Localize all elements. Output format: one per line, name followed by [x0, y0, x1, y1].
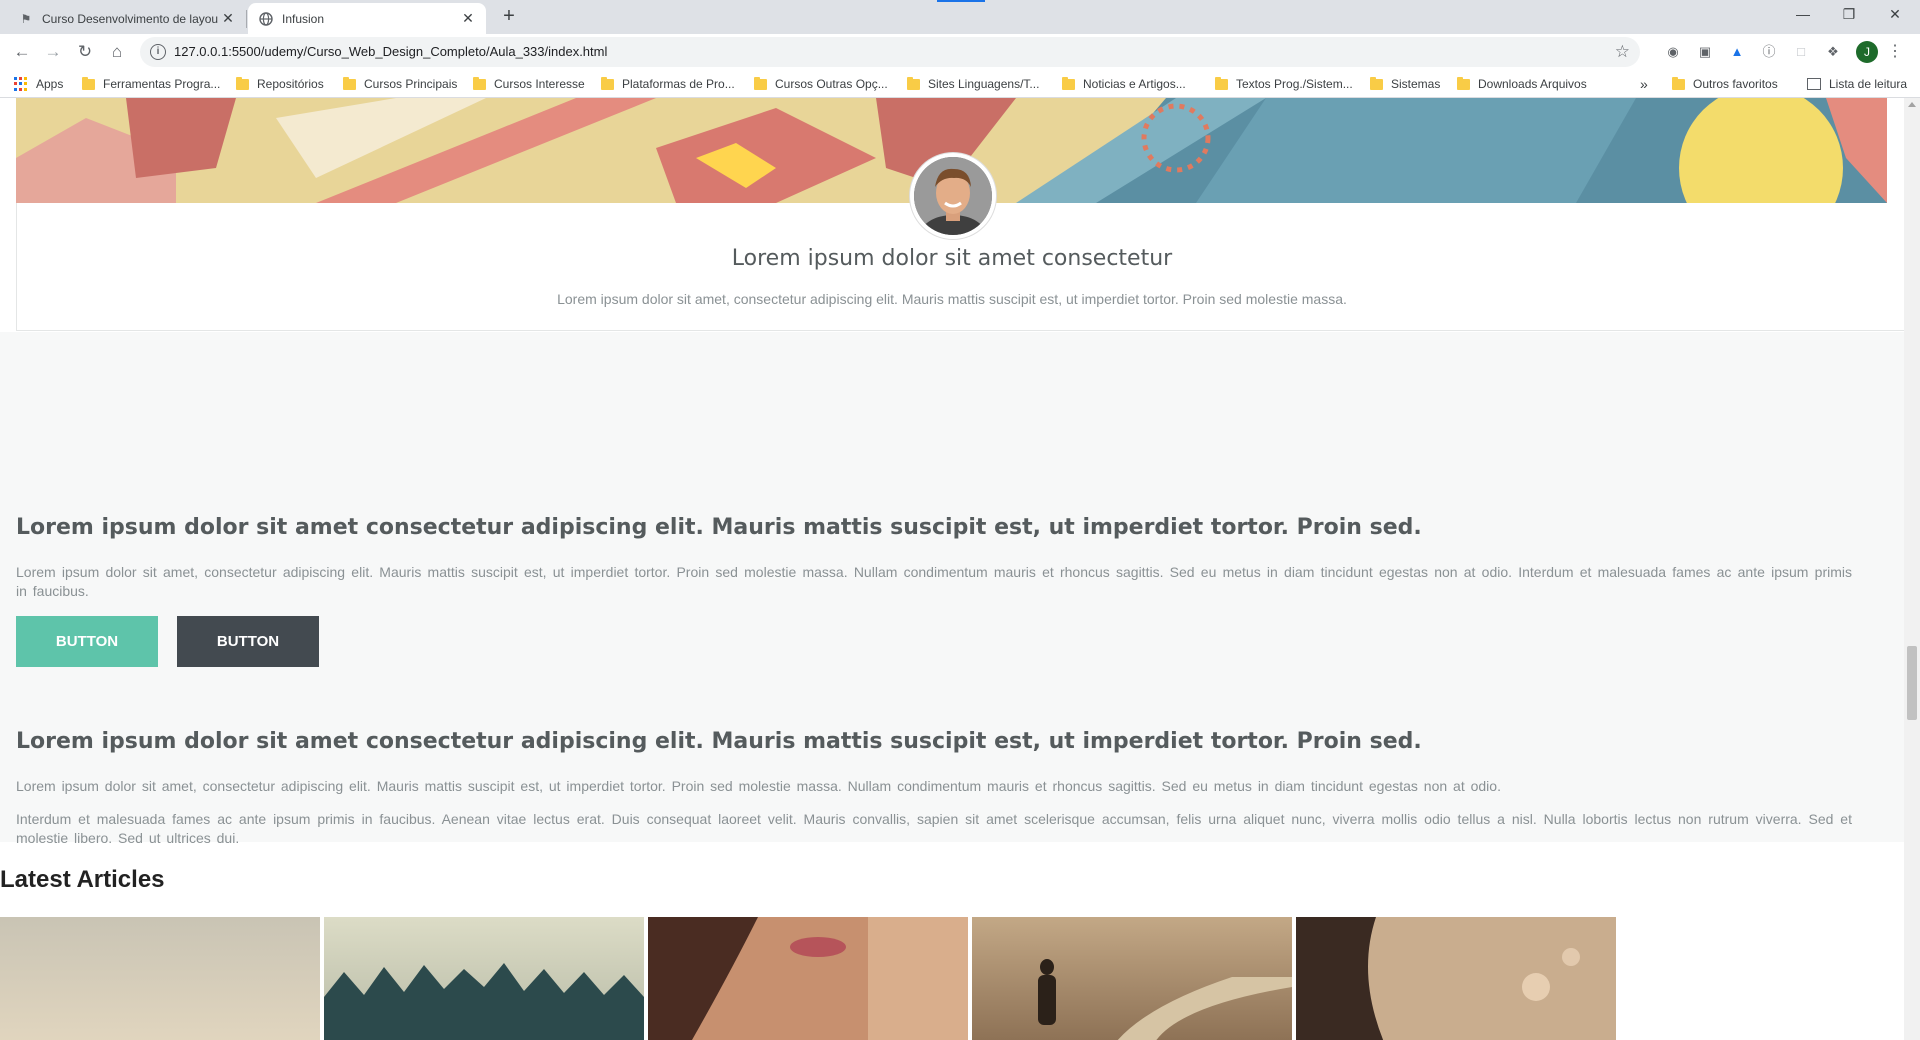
page-scrollbar[interactable] — [1904, 98, 1920, 1040]
scrollbar-thumb[interactable] — [1907, 646, 1917, 720]
tab-strip: ⚑ Curso Desenvolvimento de layou ✕ Infus… — [0, 0, 1920, 34]
bookmark-folder[interactable]: Cursos Interesse — [473, 76, 585, 92]
article-thumbnail[interactable] — [972, 917, 1292, 1040]
tab-drag-indicator — [937, 0, 985, 2]
section-paragraph: Interdum et malesuada fames ac ante ipsu… — [16, 811, 1852, 846]
tab-infusion[interactable]: Infusion ✕ — [248, 3, 486, 34]
address-bar[interactable]: i 127.0.0.1:5500/udemy/Curso_Web_Design_… — [140, 37, 1640, 67]
folder-icon — [1370, 76, 1383, 90]
reading-list-icon — [1807, 78, 1821, 90]
bookmark-folder[interactable]: Textos Prog./Sistem... — [1215, 76, 1353, 92]
bookmark-apps[interactable]: Apps — [14, 76, 63, 92]
tab-separator — [246, 10, 247, 28]
primary-button[interactable]: BUTTON — [16, 616, 158, 667]
section-paragraph: Lorem ipsum dolor sit amet, consectetur … — [16, 778, 1501, 794]
site-info-icon[interactable]: i — [150, 44, 166, 60]
section-heading: Lorem ipsum dolor sit amet consectetur a… — [16, 515, 1422, 540]
new-tab-button[interactable]: + — [498, 6, 520, 28]
bookmark-star-icon[interactable]: ☆ — [1615, 42, 1630, 62]
other-bookmarks-folder[interactable]: Outros favoritos — [1672, 76, 1778, 92]
minimize-button[interactable]: — — [1780, 0, 1826, 30]
folder-icon — [754, 76, 767, 90]
article-thumbnail[interactable] — [0, 917, 320, 1040]
bookmark-folder[interactable]: Downloads Arquivos — [1457, 76, 1587, 92]
extensions-puzzle-icon[interactable]: ❖ — [1824, 43, 1842, 61]
reading-list-button[interactable]: Lista de leitura — [1807, 76, 1907, 92]
close-window-button[interactable]: ✕ — [1872, 0, 1918, 30]
extension-gray-icon[interactable]: □ — [1792, 43, 1810, 61]
page-viewport: Lorem ipsum dolor sit amet consectetur L… — [0, 98, 1920, 1040]
latest-articles-heading: Latest Articles — [0, 866, 165, 893]
content-section: Lorem ipsum dolor sit amet consectetur a… — [0, 332, 1904, 846]
url-text[interactable]: 127.0.0.1:5500/udemy/Curso_Web_Design_Co… — [174, 44, 607, 59]
section-paragraph: Lorem ipsum dolor sit amet, consectetur … — [16, 564, 1852, 599]
extension-globe-icon[interactable]: ◉ — [1664, 43, 1682, 61]
udemy-favicon-icon: ⚑ — [20, 11, 32, 26]
folder-icon — [343, 76, 356, 90]
profile-avatar-button[interactable]: J — [1856, 41, 1878, 63]
back-arrow-icon[interactable]: ← — [12, 42, 32, 62]
article-thumbnail[interactable] — [1296, 917, 1616, 1040]
forward-arrow-icon[interactable]: → — [43, 42, 63, 62]
article-thumbnail[interactable] — [324, 917, 644, 1040]
reload-icon[interactable]: ↻ — [75, 42, 95, 62]
close-tab-icon[interactable]: ✕ — [220, 10, 236, 27]
folder-icon — [601, 76, 614, 90]
bookmark-folder[interactable]: Sistemas — [1370, 76, 1440, 92]
article-thumbnail[interactable] — [648, 917, 968, 1040]
folder-icon — [473, 76, 486, 90]
folder-icon — [236, 76, 249, 90]
close-tab-icon[interactable]: ✕ — [460, 10, 476, 27]
profile-description: Lorem ipsum dolor sit amet, consectetur … — [557, 291, 1347, 307]
folder-icon — [1457, 76, 1470, 90]
profile-title: Lorem ipsum dolor sit amet consectetur — [731, 246, 1173, 271]
bookmark-folder[interactable]: Ferramentas Progra... — [82, 76, 220, 92]
screen-capture-icon[interactable]: ▣ — [1696, 43, 1714, 61]
bookmark-folder[interactable]: Cursos Outras Opç... — [754, 76, 888, 92]
folder-icon — [1672, 76, 1685, 90]
restore-button[interactable]: ❐ — [1826, 0, 1872, 30]
secondary-button[interactable]: BUTTON — [177, 616, 319, 667]
tab-title: Infusion — [282, 11, 325, 26]
folder-icon — [1062, 76, 1075, 90]
bookmark-folder[interactable]: Cursos Principais — [343, 76, 457, 92]
articles-grid — [0, 917, 1618, 1040]
tab-title: Curso Desenvolvimento de layou — [42, 11, 219, 26]
extension-info-icon[interactable]: ⓘ — [1760, 43, 1778, 61]
extension-blue-icon[interactable]: ▲ — [1728, 43, 1746, 61]
bookmarks-bar: Apps Ferramentas Progra... Repositórios … — [0, 70, 1920, 98]
section-heading: Lorem ipsum dolor sit amet consectetur a… — [16, 729, 1422, 754]
tab-course[interactable]: ⚑ Curso Desenvolvimento de layou ✕ — [8, 3, 246, 34]
bookmark-folder[interactable]: Repositórios — [236, 76, 324, 92]
bookmark-folder[interactable]: Plataformas de Pro... — [601, 76, 735, 92]
home-icon[interactable]: ⌂ — [107, 42, 127, 62]
menu-kebab-icon[interactable]: ⋮ — [1886, 43, 1904, 61]
folder-icon — [1215, 76, 1228, 90]
globe-icon — [258, 11, 274, 27]
bookmarks-overflow-button[interactable]: » — [1640, 76, 1648, 92]
folder-icon — [82, 76, 95, 90]
bookmark-folder[interactable]: Sites Linguagens/T... — [907, 76, 1039, 92]
bookmark-folder[interactable]: Noticias e Artigos... — [1062, 76, 1186, 92]
browser-toolbar: ← → ↻ ⌂ i 127.0.0.1:5500/udemy/Curso_Web… — [0, 34, 1920, 70]
profile-avatar-image — [910, 153, 996, 239]
apps-grid-icon — [14, 77, 28, 91]
scroll-up-arrow-icon[interactable] — [1908, 102, 1916, 107]
folder-icon — [907, 76, 920, 90]
